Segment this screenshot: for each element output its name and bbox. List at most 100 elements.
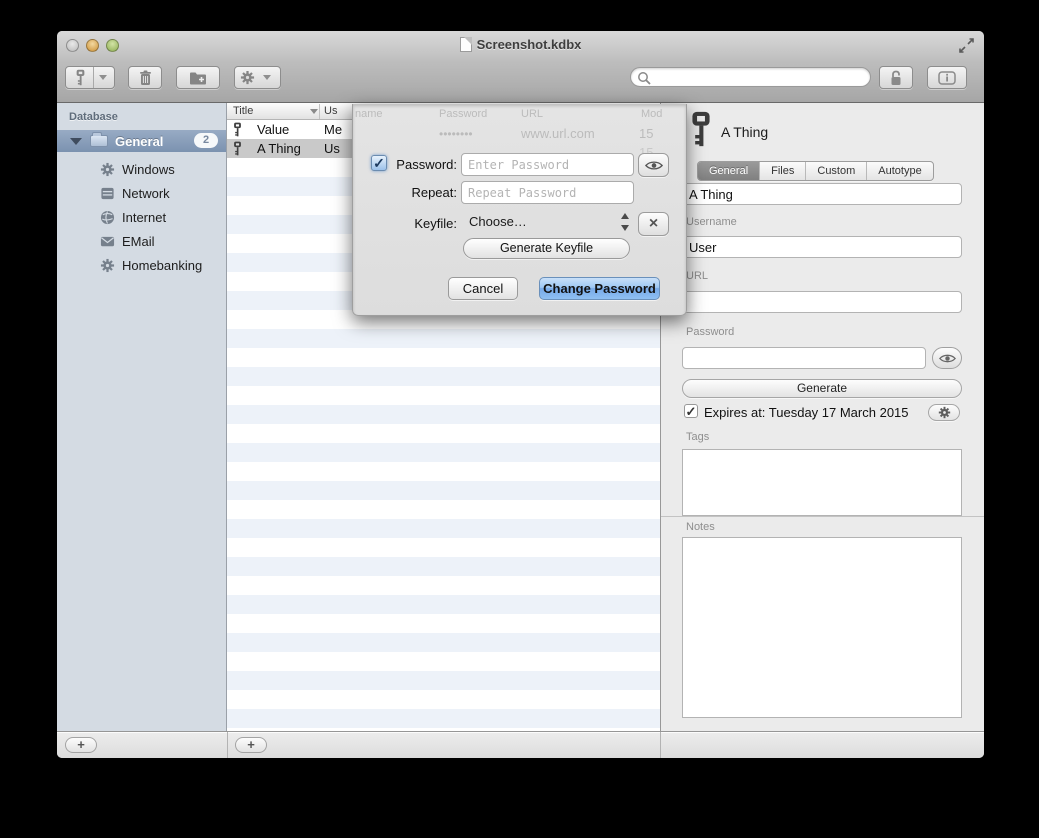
inspector-tabs: General Files Custom Autotype (697, 161, 934, 181)
cell-title: A Thing (257, 141, 301, 156)
tags-label: Tags (686, 431, 709, 443)
split-divider (93, 67, 94, 88)
toolbar: Add Entry Delete Add Group (57, 60, 984, 103)
app-window: Screenshot.kdbx (57, 31, 984, 758)
show-password-button[interactable] (932, 347, 962, 369)
section-divider (661, 516, 984, 517)
column-divider[interactable] (319, 104, 320, 119)
trash-icon (139, 70, 152, 86)
column-header-username[interactable]: Us (324, 105, 337, 117)
sidebar-item-label: Windows (122, 162, 175, 177)
document-icon (460, 37, 472, 52)
title-bar: Screenshot.kdbx (57, 31, 984, 60)
tags-textarea[interactable] (682, 449, 962, 516)
sidebar-item-windows[interactable]: Windows (57, 157, 226, 181)
info-icon (938, 71, 956, 85)
url-label: URL (686, 270, 708, 282)
add-entry-plus-button[interactable]: + (235, 737, 267, 753)
gear-icon (240, 70, 255, 85)
username-field[interactable] (682, 236, 962, 258)
tab-custom[interactable]: Custom (806, 162, 867, 180)
sidebar-group-label: General (115, 134, 163, 149)
delete-button[interactable] (128, 66, 162, 89)
sort-indicator-icon (310, 109, 318, 114)
ghost-cell-modified: 15 (639, 126, 653, 141)
window-title: Screenshot.kdbx (57, 37, 984, 52)
inspector-panel: A Thing General Files Custom Autotype Us… (660, 103, 984, 731)
tab-general[interactable]: General (698, 162, 760, 180)
stepper-icon[interactable] (621, 212, 630, 232)
folder-plus-icon (189, 71, 207, 85)
cell-username: Me (324, 122, 342, 137)
cancel-button[interactable]: Cancel (448, 277, 518, 300)
repeat-password-input[interactable] (461, 181, 634, 204)
inspector-button[interactable] (927, 66, 967, 89)
disclosure-triangle-icon[interactable] (70, 138, 82, 145)
sidebar-item-label: EMail (122, 234, 155, 249)
sidebar-item-email[interactable]: EMail (57, 229, 226, 253)
pane-divider[interactable] (227, 732, 228, 758)
search-input (655, 69, 860, 85)
desktop: Screenshot.kdbx (0, 0, 1039, 838)
expires-checkbox[interactable]: ✓ (684, 404, 698, 418)
search-icon (637, 71, 651, 85)
change-password-button[interactable]: Change Password (539, 277, 660, 300)
sidebar-header: Database (69, 111, 118, 123)
url-field[interactable] (682, 291, 962, 313)
sidebar-item-homebanking[interactable]: Homebanking (57, 253, 226, 277)
fullscreen-icon[interactable] (959, 38, 974, 53)
sidebar-group-general[interactable]: General 2 (57, 130, 226, 152)
close-icon: × (649, 216, 658, 232)
gear-icon (100, 258, 115, 273)
tab-autotype[interactable]: Autotype (867, 162, 932, 180)
sheet-keyfile-label: Keyfile: (367, 216, 457, 231)
keyfile-popup[interactable]: Choose… (469, 214, 527, 229)
ghost-col-url: URL (521, 108, 543, 120)
notes-label: Notes (686, 521, 715, 533)
tab-files[interactable]: Files (760, 162, 806, 180)
ghost-col-password: Password (439, 108, 487, 120)
key-icon (74, 69, 87, 86)
sheet-password-label: Password: (367, 157, 457, 172)
password-field[interactable] (682, 347, 926, 369)
key-icon (232, 122, 243, 137)
gear-icon (100, 162, 115, 177)
sidebar-item-label: Homebanking (122, 258, 202, 273)
expires-settings-button[interactable] (928, 404, 960, 421)
ghost-col-name: name (355, 108, 383, 120)
envelope-icon (100, 234, 115, 249)
eye-icon (939, 353, 956, 364)
title-field[interactable] (682, 183, 962, 205)
sidebar-item-network[interactable]: Network (57, 181, 226, 205)
change-password-sheet: name Password URL Mod •••••••• www.url.c… (352, 104, 687, 316)
clear-keyfile-button[interactable]: × (638, 212, 669, 236)
sidebar-item-label: Internet (122, 210, 166, 225)
add-group-button[interactable] (176, 66, 220, 89)
search-field[interactable] (630, 67, 871, 87)
chevron-down-icon (263, 75, 271, 80)
key-icon (689, 110, 713, 148)
pane-divider[interactable] (660, 732, 661, 758)
ghost-cell-url: www.url.com (521, 126, 595, 141)
action-button[interactable] (234, 66, 281, 89)
eye-icon (645, 160, 663, 171)
password-label: Password (686, 326, 734, 338)
generate-button[interactable]: Generate (682, 379, 962, 398)
add-group-plus-button[interactable]: + (65, 737, 97, 753)
chevron-down-icon (99, 75, 107, 80)
ghost-col-modified: Mod (641, 108, 662, 120)
notes-textarea[interactable] (682, 537, 962, 718)
enter-password-input[interactable] (461, 153, 634, 176)
sidebar-item-internet[interactable]: Internet (57, 205, 226, 229)
cell-username: Us (324, 141, 340, 156)
show-password-button[interactable] (638, 153, 669, 177)
lock-button[interactable] (879, 66, 913, 89)
username-label: Username (686, 216, 737, 228)
expires-label: Expires at: Tuesday 17 March 2015 (704, 405, 909, 420)
generate-keyfile-button[interactable]: Generate Keyfile (463, 238, 630, 259)
sidebar: Database General 2 Windows (57, 103, 227, 731)
add-entry-button[interactable] (65, 66, 115, 89)
server-icon (100, 186, 115, 201)
cell-title: Value (257, 122, 289, 137)
column-header-title[interactable]: Title (233, 105, 253, 117)
